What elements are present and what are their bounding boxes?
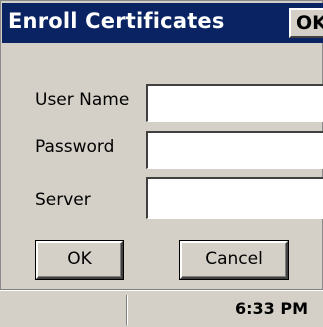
- username-field[interactable]: [146, 84, 323, 122]
- ok-button[interactable]: OK: [36, 241, 123, 279]
- password-field[interactable]: [146, 131, 323, 169]
- taskbar: 6:33 PM: [0, 290, 323, 327]
- title-bar: Enroll Certificates OK: [2, 3, 323, 43]
- server-label: Server: [35, 190, 91, 210]
- taskbar-clock[interactable]: 6:33 PM: [235, 299, 308, 318]
- server-field[interactable]: [146, 177, 323, 219]
- window-title: Enroll Certificates: [8, 9, 225, 33]
- username-label: User Name: [35, 90, 130, 110]
- password-label: Password: [35, 137, 115, 157]
- taskbar-divider: [126, 295, 127, 325]
- title-ok-button[interactable]: OK: [289, 8, 323, 38]
- cancel-button[interactable]: Cancel: [180, 241, 288, 279]
